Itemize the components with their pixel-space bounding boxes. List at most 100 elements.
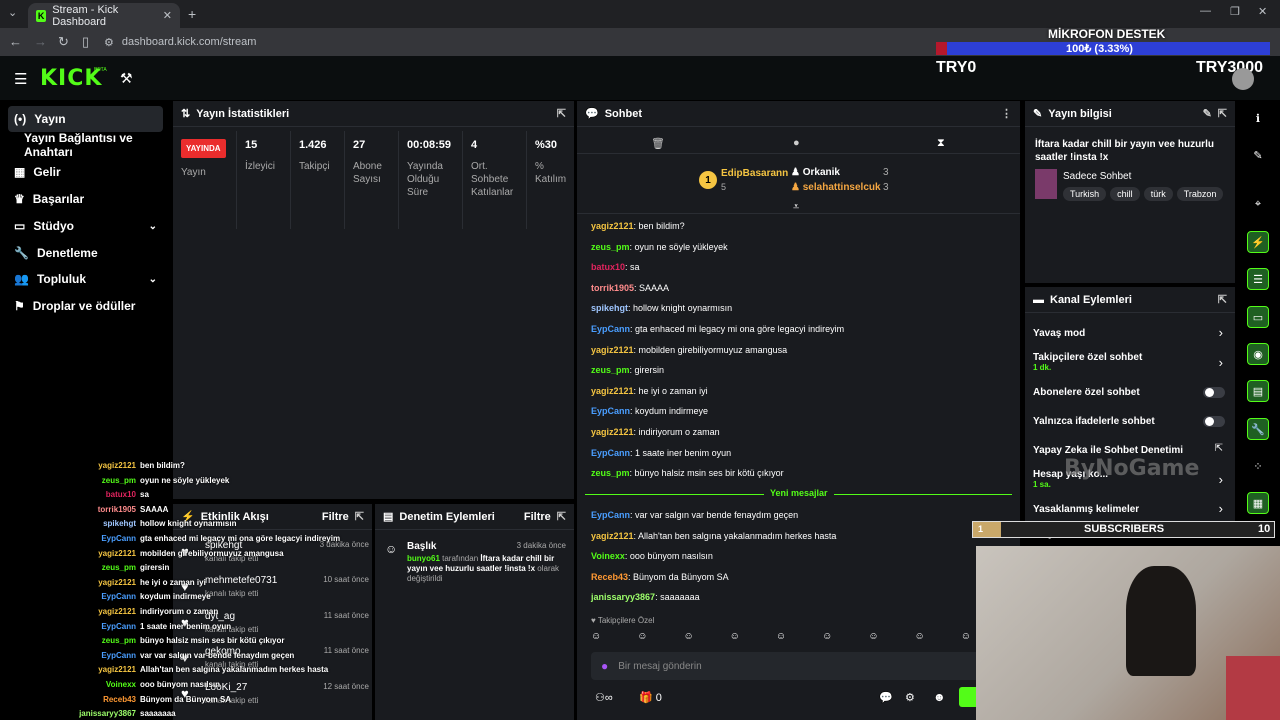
emote-icon[interactable]: ☺ bbox=[868, 631, 878, 645]
chat-message: EypCann: gta enhaced mi legacy mi ona gö… bbox=[591, 324, 845, 334]
maximize-icon[interactable]: ❐ bbox=[1230, 5, 1240, 18]
back-icon[interactable]: ← bbox=[9, 34, 22, 49]
pen-icon[interactable]: ✎ bbox=[1247, 144, 1269, 166]
sidebar-toggle-icon[interactable]: ▯ bbox=[82, 34, 89, 50]
chat-username[interactable]: yagiz2121 bbox=[591, 221, 634, 231]
broadcast-icon[interactable]: ◉ bbox=[1247, 343, 1269, 365]
chat-settings-icon[interactable]: 💬 bbox=[879, 691, 893, 704]
watermark: ByNoGame bbox=[1064, 456, 1200, 481]
overlay-chat-message: EypCann 1 saate iner benim oyun bbox=[101, 621, 232, 631]
chat-username[interactable]: EypCann bbox=[591, 406, 630, 416]
url-field[interactable]: ⚙ dashboard.kick.com/stream bbox=[104, 33, 934, 51]
subscribers-only-toggle[interactable] bbox=[1203, 387, 1225, 398]
tag: Turkish bbox=[1063, 187, 1107, 201]
bolt-icon[interactable]: ⚡ bbox=[1247, 231, 1269, 253]
stat-followers: 1.426 Takipçi bbox=[291, 131, 345, 229]
microphone-icon[interactable]: ● bbox=[601, 659, 608, 673]
popout-icon[interactable]: ⇱ bbox=[355, 510, 364, 523]
sidebar-item-yayin[interactable]: (•) Yayın bbox=[8, 106, 163, 132]
forward-icon[interactable]: → bbox=[34, 34, 47, 49]
sidebar-item-gelir[interactable]: ▦ Gelir bbox=[8, 159, 163, 185]
events-filter-button[interactable]: Filtre bbox=[322, 511, 349, 523]
chat-username[interactable]: batux10 bbox=[591, 262, 625, 272]
minimize-icon[interactable]: — bbox=[1200, 5, 1211, 17]
avatar[interactable] bbox=[1232, 68, 1254, 90]
popout-icon[interactable]: ⇱ bbox=[557, 510, 566, 523]
sidebar-item-basarilar[interactable]: ♛ Başarılar bbox=[8, 186, 163, 212]
moderation-filter-button[interactable]: Filtre bbox=[524, 511, 551, 523]
gift-counter[interactable]: 🎁 0 bbox=[639, 691, 662, 704]
more-options-icon[interactable]: ⋮ bbox=[1001, 107, 1012, 120]
close-window-icon[interactable]: ✕ bbox=[1258, 5, 1267, 18]
chat-username[interactable]: EypCann bbox=[591, 324, 630, 334]
viewers-infinite[interactable]: ⚇∞ bbox=[595, 691, 613, 704]
chat-username[interactable]: zeus_pm bbox=[591, 468, 630, 478]
chat-username[interactable]: torrik1905 bbox=[591, 283, 634, 293]
chat-username[interactable]: janissaryy3867 bbox=[591, 592, 655, 602]
emote-icon[interactable]: ☺ bbox=[961, 631, 971, 645]
focus-icon[interactable]: ⌖ bbox=[1247, 193, 1269, 215]
emote-icon[interactable]: ☺ bbox=[637, 631, 647, 645]
sidebar-item-topluluk[interactable]: 👥 Topluluk ⌄ bbox=[8, 266, 163, 292]
sidebar-item-droplar[interactable]: ⚑ Droplar ve ödüller bbox=[8, 293, 163, 319]
menu-icon[interactable]: ☰ bbox=[14, 70, 27, 88]
chat-text: SAAAA bbox=[639, 282, 670, 293]
url-text: dashboard.kick.com/stream bbox=[121, 36, 257, 48]
site-info-icon[interactable]: ⚙ bbox=[104, 36, 114, 49]
reload-icon[interactable]: ↻ bbox=[58, 34, 69, 50]
gear-icon[interactable]: ⚙ bbox=[905, 691, 915, 704]
apps-icon[interactable]: ▦ bbox=[1247, 492, 1269, 514]
pencil-icon[interactable]: ✎ bbox=[1203, 107, 1212, 120]
emote-icon[interactable]: ☺ bbox=[915, 631, 925, 645]
chat-message: EypCann: 1 saate iner benim oyun bbox=[591, 447, 732, 458]
layout-icon[interactable]: ▤ bbox=[1247, 380, 1269, 402]
sidebar-item-stream-key[interactable]: Yayın Bağlantısı ve Anahtarı bbox=[18, 131, 173, 159]
chat-username[interactable]: zeus_pm bbox=[591, 365, 630, 375]
hammer-icon[interactable]: ⚒ bbox=[120, 70, 133, 87]
hourglass-icon[interactable]: ⧗ bbox=[937, 137, 945, 150]
followers-only-chat[interactable]: Takipçilere özel sohbet 1 dk. bbox=[1033, 352, 1142, 372]
emote-icon[interactable]: ☺ bbox=[776, 631, 786, 645]
popout-icon[interactable]: ⇱ bbox=[1218, 293, 1227, 306]
chat-username[interactable]: EypCann bbox=[591, 448, 630, 458]
sidebar-item-studyo[interactable]: ▭ Stüdyo ⌄ bbox=[8, 213, 163, 239]
sidebar-item-denetleme[interactable]: 🔧 Denetleme bbox=[8, 240, 163, 266]
stream-info-panel: ✎ Yayın bilgisi ✎ ⇱ İftara kadar chill bir … bbox=[1025, 101, 1235, 283]
ai-moderation[interactable]: Yapay Zeka ile Sohbet Denetimi bbox=[1033, 445, 1183, 456]
chat-username[interactable]: spikehgt bbox=[591, 303, 628, 313]
chat-input[interactable]: ● Bir mesaj gönderin bbox=[591, 652, 1011, 680]
info-icon[interactable]: ℹ bbox=[1247, 107, 1269, 129]
chat-username[interactable]: EypCann bbox=[591, 510, 630, 520]
emotes-only-toggle[interactable] bbox=[1203, 416, 1225, 427]
emote-icon[interactable]: ☺ bbox=[591, 631, 601, 645]
emote-icon[interactable]: ☺ bbox=[822, 631, 832, 645]
tab-list-icon[interactable]: ⌄ bbox=[8, 6, 17, 19]
trash-icon[interactable]: 🗑 bbox=[651, 137, 665, 150]
emote-picker-icon[interactable]: ☻ bbox=[933, 690, 946, 704]
new-tab-icon[interactable]: + bbox=[188, 6, 196, 22]
chat-username[interactable]: yagiz2121 bbox=[591, 427, 634, 437]
chat-username[interactable]: Voinexx bbox=[591, 551, 625, 561]
chat-username[interactable]: yagiz2121 bbox=[591, 531, 634, 541]
emote-icon[interactable]: ☺ bbox=[730, 631, 740, 645]
stat-participation: %30% Katılım bbox=[535, 139, 567, 185]
browser-tab[interactable]: K Stream - Kick Dashboard ✕ bbox=[28, 3, 180, 28]
popout-icon[interactable]: ⇱ bbox=[1218, 107, 1227, 120]
wrench-icon[interactable]: 🔧 bbox=[1247, 418, 1269, 440]
trophy-icon: ♛ bbox=[14, 192, 25, 206]
popout-icon[interactable]: ⇱ bbox=[557, 107, 566, 120]
chat-username[interactable]: zeus_pm bbox=[591, 242, 630, 252]
chat-icon[interactable]: ▭ bbox=[1247, 306, 1269, 328]
slow-mode[interactable]: Yavaş mod bbox=[1033, 328, 1085, 339]
chat-username[interactable]: Receb43 bbox=[591, 572, 628, 582]
chat-username[interactable]: yagiz2121 bbox=[591, 386, 634, 396]
dots-icon[interactable]: ⁘ bbox=[1247, 455, 1269, 477]
banned-words[interactable]: Yasaklanmış kelimeler bbox=[1033, 504, 1139, 515]
close-tab-icon[interactable]: ✕ bbox=[163, 9, 172, 22]
tab-title: Stream - Kick Dashboard bbox=[52, 3, 119, 28]
chat-bubble-icon[interactable]: ● bbox=[793, 137, 800, 149]
chat-username[interactable]: yagiz2121 bbox=[591, 345, 634, 355]
list-icon[interactable]: ☰ bbox=[1247, 268, 1269, 290]
emote-icon[interactable]: ☺ bbox=[683, 631, 693, 645]
leader-count: 5 bbox=[721, 182, 727, 192]
